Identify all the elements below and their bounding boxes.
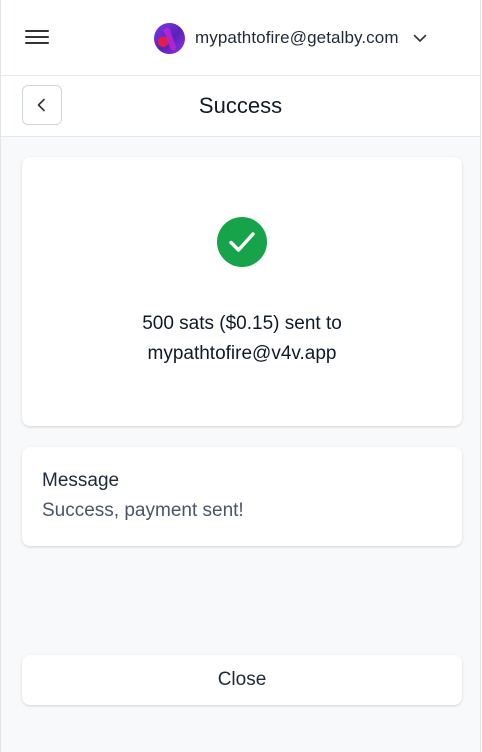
account-email: mypathtofire@getalby.com	[195, 28, 399, 47]
recipient-address: mypathtofire@v4v.app	[147, 343, 337, 364]
amount-line: 500 sats ($0.15) sent to	[142, 313, 342, 334]
close-button[interactable]: Close	[22, 655, 462, 705]
message-card: Message Success, payment sent!	[22, 447, 462, 546]
page-header: Success	[1, 76, 480, 137]
check-circle-icon	[217, 217, 267, 267]
account-switcher[interactable]: mypathtofire@getalby.com	[154, 22, 427, 54]
success-card: 500 sats ($0.15) sent to mypathtofire@v4…	[22, 157, 462, 426]
chevron-down-icon	[413, 34, 426, 42]
hamburger-menu-icon[interactable]	[25, 30, 49, 48]
avatar	[154, 22, 185, 54]
payment-summary: 500 sats ($0.15) sent to mypathtofire@v4…	[22, 309, 462, 369]
page-title: Success	[198, 93, 283, 118]
message-label: Message	[42, 470, 120, 491]
account-bar: mypathtofire@getalby.com	[1, 0, 480, 76]
app-frame: mypathtofire@getalby.com Success 500 sat…	[0, 0, 481, 752]
message-value: Success, payment sent!	[42, 500, 244, 521]
